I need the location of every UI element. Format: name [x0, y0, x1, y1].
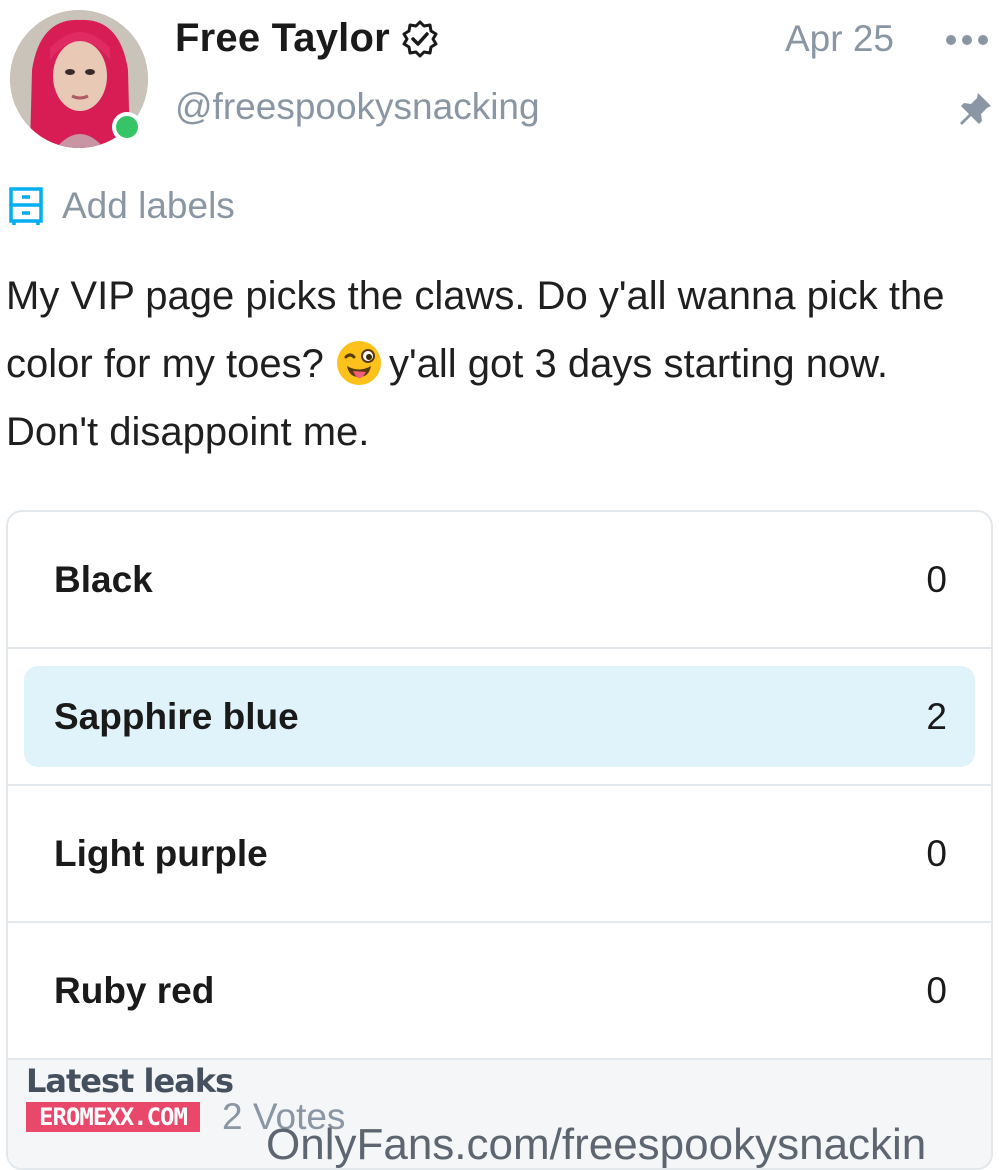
winking-face-with-tongue-icon [337, 341, 382, 385]
online-status-indicator [112, 112, 142, 142]
poll-option-label: Ruby red [54, 969, 215, 1011]
add-labels-label: Add labels [62, 185, 235, 226]
poll-option[interactable]: Black 0 [8, 512, 991, 649]
watermark-brand: EROMEXX.COM [26, 1102, 200, 1132]
poll-option-label: Sapphire blue [54, 695, 299, 737]
poll-option-selected[interactable]: Sapphire blue 2 [8, 649, 991, 786]
poll-option[interactable]: Ruby red 0 [8, 923, 991, 1060]
labels-icon [9, 187, 43, 225]
post-text: My VIP page picks the claws. Do y'all wa… [6, 262, 991, 466]
author-name[interactable]: Free Taylor [175, 16, 390, 61]
verified-icon [402, 20, 438, 57]
poll-option-count: 0 [926, 558, 947, 600]
more-icon[interactable] [943, 30, 991, 50]
author-row: Free Taylor [175, 16, 440, 61]
avatar[interactable] [10, 10, 148, 148]
poll-option-count: 0 [926, 969, 947, 1011]
poll-option-label: Light purple [54, 832, 268, 874]
poll-option-label: Black [54, 558, 153, 600]
watermark-url: OnlyFans.com/freespookysnackin [266, 1120, 927, 1169]
poll-option-count: 0 [926, 832, 947, 874]
watermark-latest-text: Latest leaks [26, 1062, 234, 1100]
author-handle[interactable]: @freespookysnacking [175, 86, 540, 128]
poll-option[interactable]: Light purple 0 [8, 786, 991, 923]
add-labels-button[interactable]: Add labels [8, 185, 235, 227]
poll-option-count: 2 [926, 695, 947, 737]
pin-icon [960, 93, 991, 125]
post-date: Apr 25 [785, 18, 895, 59]
